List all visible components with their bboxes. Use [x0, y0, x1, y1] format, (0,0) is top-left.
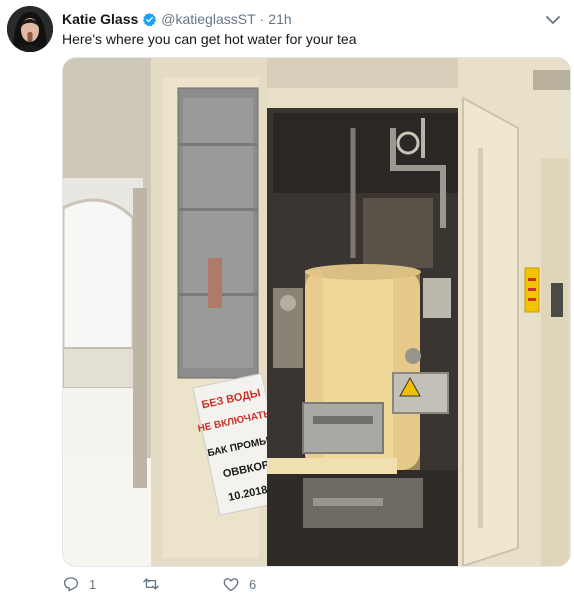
- tweet-photo[interactable]: БЕЗ ВОДЫ НЕ ВКЛЮЧАТЬ! БАК ПРОМЫТ ОВВКОР …: [62, 57, 571, 567]
- like-button[interactable]: 6: [222, 575, 256, 593]
- author-name[interactable]: Katie Glass: [62, 11, 138, 27]
- verified-badge-icon: [142, 12, 157, 27]
- retweet-button[interactable]: [142, 575, 169, 593]
- photo-content: БЕЗ ВОДЫ НЕ ВКЛЮЧАТЬ! БАК ПРОМЫТ ОВВКОР …: [63, 58, 570, 566]
- reply-count: 1: [89, 576, 97, 592]
- retweet-icon: [143, 578, 159, 590]
- chevron-down-icon[interactable]: [546, 12, 560, 24]
- tweet-header: Katie Glass @katieglassST · 21h: [62, 9, 292, 29]
- author-handle[interactable]: @katieglassST: [161, 11, 255, 27]
- reply-icon: [63, 577, 79, 592]
- heart-icon: [223, 578, 239, 592]
- reply-button[interactable]: 1: [62, 575, 96, 593]
- avatar-image: [7, 6, 53, 52]
- header-separator: ·: [259, 11, 265, 27]
- avatar[interactable]: [7, 6, 53, 52]
- like-count: 6: [249, 576, 257, 592]
- tweet-text: Here's where you can get hot water for y…: [62, 31, 357, 47]
- tweet-actions: 1 6: [62, 575, 542, 599]
- tweet-timestamp[interactable]: 21h: [268, 11, 291, 27]
